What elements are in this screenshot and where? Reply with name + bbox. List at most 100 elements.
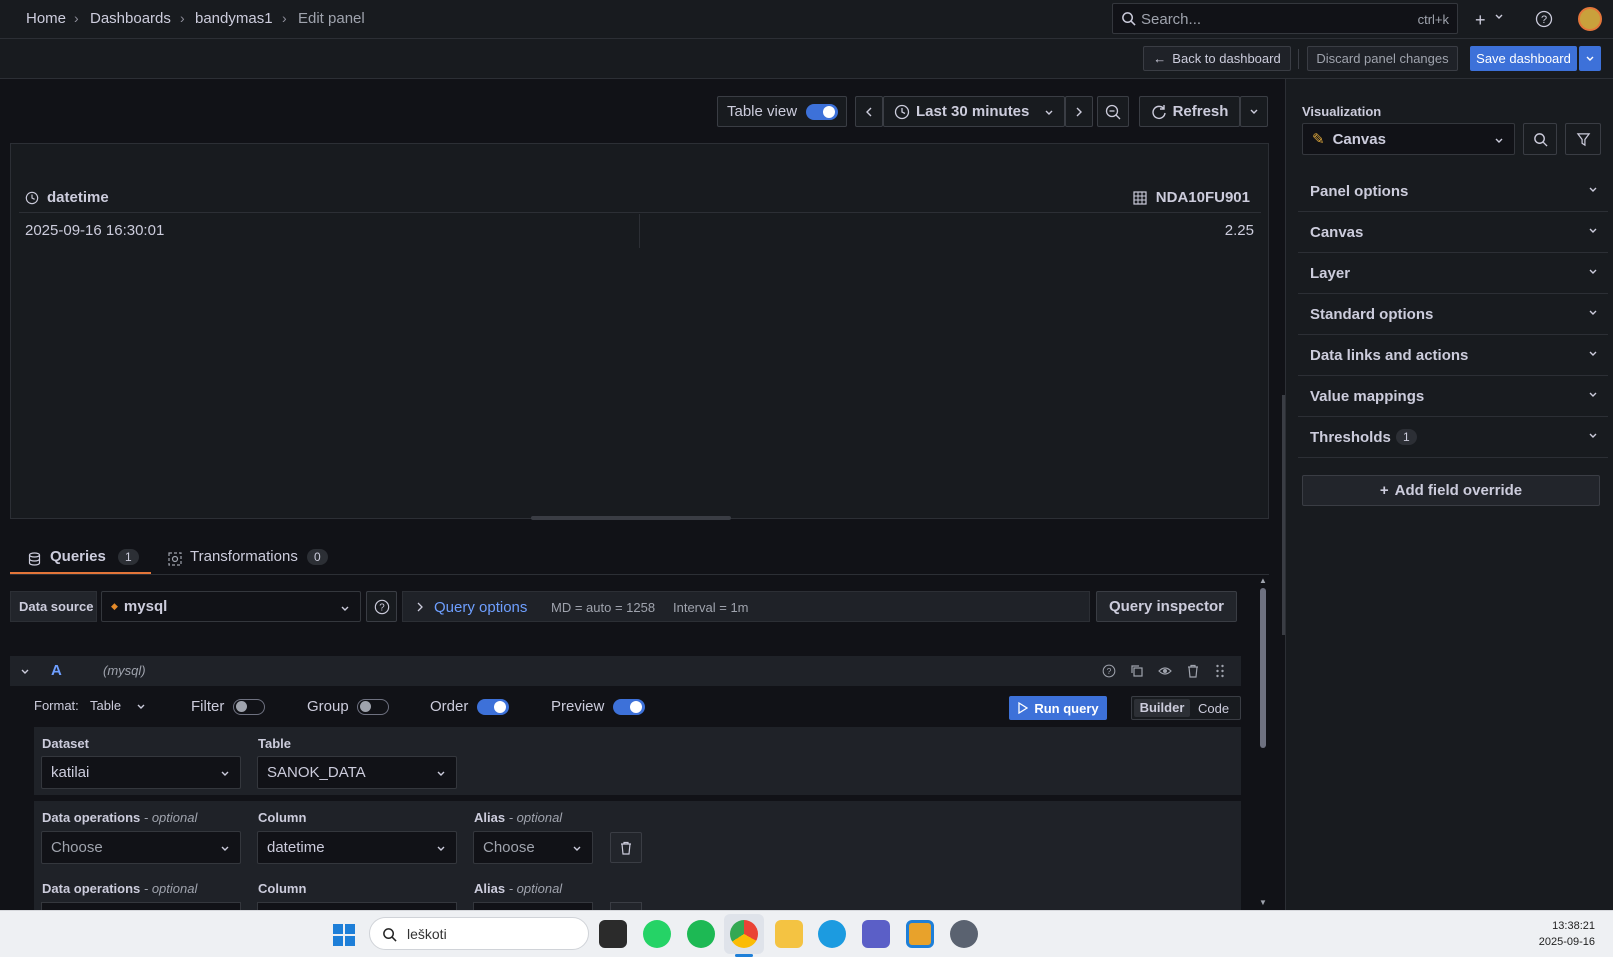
windows-start-icon[interactable] [333,924,355,946]
tab-queries[interactable]: Queries 1 [10,544,151,574]
scroll-down-arrow[interactable]: ▼ [1259,898,1267,907]
svg-text:?: ? [1541,14,1547,26]
alias-select[interactable]: Choose [473,831,593,864]
spotify-icon[interactable] [687,920,715,948]
column-header-value[interactable]: NDA10FU901 [1156,189,1250,206]
help-icon[interactable]: ? [1535,10,1553,28]
refresh-button[interactable]: Refresh [1139,96,1240,127]
time-back-button[interactable] [855,96,883,127]
query-inspector-button[interactable]: Query inspector [1096,591,1237,622]
teams-icon[interactable] [862,920,890,948]
table-column-divider [639,214,640,248]
query-options-bar[interactable]: Query options MD = auto = 1258 Interval … [402,591,1090,622]
queries-scrollbar[interactable]: ▲ ▼ [1258,574,1268,910]
settings-gear-icon[interactable] [950,920,978,948]
trash-icon [621,841,631,855]
data-operation-select[interactable]: Choose [41,831,241,864]
time-forward-button[interactable] [1065,96,1093,127]
table-view-label: Table view [727,103,798,120]
table-select[interactable]: SANOK_DATA [257,756,457,789]
data-operations-label: Data operations - optional [42,881,198,896]
data-source-help-button[interactable]: ? [366,591,397,622]
query-refid[interactable]: A [51,662,62,679]
zoom-out-button[interactable] [1097,96,1129,127]
visualization-label: Visualization [1302,104,1382,119]
filter-toggle[interactable] [233,699,265,715]
database-icon [28,552,41,566]
add-icon[interactable]: + [1475,10,1486,31]
breadcrumb-home[interactable]: Home [26,10,66,27]
table-view-switch[interactable] [806,104,838,120]
add-field-override-label: Add field override [1394,482,1523,499]
top-bar: Home › Dashboards › bandymas1 › Edit pan… [0,0,1613,39]
breadcrumb-dashboard[interactable]: bandymas1 [195,10,273,27]
save-options-button[interactable] [1579,46,1601,71]
remove-column-button-partial[interactable] [610,902,642,910]
section-data-links[interactable]: Data links and actions [1298,335,1608,376]
visualization-picker[interactable]: ✎ Canvas [1302,123,1515,155]
order-toggle[interactable] [477,699,509,715]
scrollbar-thumb[interactable] [1260,588,1266,748]
duplicate-icon [1131,665,1143,677]
save-dashboard-button[interactable]: Save dashboard [1470,46,1577,71]
task-view-icon[interactable] [599,920,627,948]
queries-count-badge: 1 [118,549,139,565]
whatsapp-icon[interactable] [643,920,671,948]
pane-resize-handle[interactable] [1282,395,1285,635]
column-select[interactable]: datetime [257,831,457,864]
column-header-datetime[interactable]: datetime [47,189,109,206]
time-range-picker[interactable]: Last 30 minutes [883,96,1065,127]
group-toggle[interactable] [357,699,389,715]
refresh-interval-button[interactable] [1240,96,1268,127]
back-to-dashboard-button[interactable]: ← Back to dashboard [1143,46,1291,71]
tabs-divider [10,574,1269,575]
breadcrumb-dashboards[interactable]: Dashboards [90,10,171,27]
query-row-header[interactable]: A (mysql) ? [10,656,1241,686]
splitter-handle[interactable] [531,516,731,520]
clock-time[interactable]: 13:38:21 [1552,920,1595,932]
chevron-down-icon[interactable] [1494,12,1504,22]
remove-column-button[interactable] [610,832,642,863]
search-options-button[interactable] [1523,123,1557,155]
run-query-button[interactable]: Run query [1009,696,1107,720]
search-input[interactable]: Search... ctrl+k [1112,3,1458,34]
data-operation-select-partial[interactable] [41,902,241,910]
avatar[interactable] [1578,7,1602,31]
divider [1298,49,1299,69]
eye-icon [1158,667,1172,675]
remote-desktop-icon[interactable] [906,920,934,948]
preview-toggle[interactable] [613,699,645,715]
format-label: Format: [34,698,79,713]
section-standard-options[interactable]: Standard options [1298,294,1608,335]
section-panel-options[interactable]: Panel options [1298,171,1608,212]
visualization-value: Canvas [1332,130,1386,148]
edge-icon[interactable] [818,920,846,948]
arrow-left-icon: ← [1153,51,1167,66]
dataset-select[interactable]: katilai [41,756,241,789]
format-select[interactable]: Table [90,697,150,715]
scroll-up-arrow[interactable]: ▲ [1259,576,1267,585]
chrome-icon[interactable] [730,920,758,948]
builder-mode-button[interactable]: Builder [1134,699,1190,717]
section-value-mappings[interactable]: Value mappings [1298,376,1608,417]
alias-select-partial[interactable] [473,902,593,910]
code-mode-button[interactable]: Code [1198,701,1229,716]
add-field-override-button[interactable]: + Add field override [1302,475,1600,506]
column-select-partial[interactable] [257,902,457,910]
alias-placeholder: Choose [483,839,535,856]
clock-date[interactable]: 2025-09-16 [1539,936,1595,948]
tab-transformations[interactable]: Transformations 0 [166,544,346,574]
data-source-picker[interactable]: ◆ mysql [101,591,361,622]
taskbar-search[interactable]: leškoti [369,917,589,950]
table-view-toggle[interactable]: Table view [717,96,847,127]
file-explorer-icon[interactable] [775,920,803,948]
section-layer[interactable]: Layer [1298,253,1608,294]
help-icon: ? [374,599,389,614]
section-thresholds[interactable]: Thresholds 1 [1298,417,1608,458]
section-canvas[interactable]: Canvas [1298,212,1608,253]
table-cell-datetime: 2025-09-16 16:30:01 [25,222,165,239]
filter-options-button[interactable] [1565,123,1601,155]
tab-queries-label: Queries [50,548,106,565]
chevron-down-icon [1589,269,1597,274]
discard-changes-button[interactable]: Discard panel changes [1307,46,1458,71]
